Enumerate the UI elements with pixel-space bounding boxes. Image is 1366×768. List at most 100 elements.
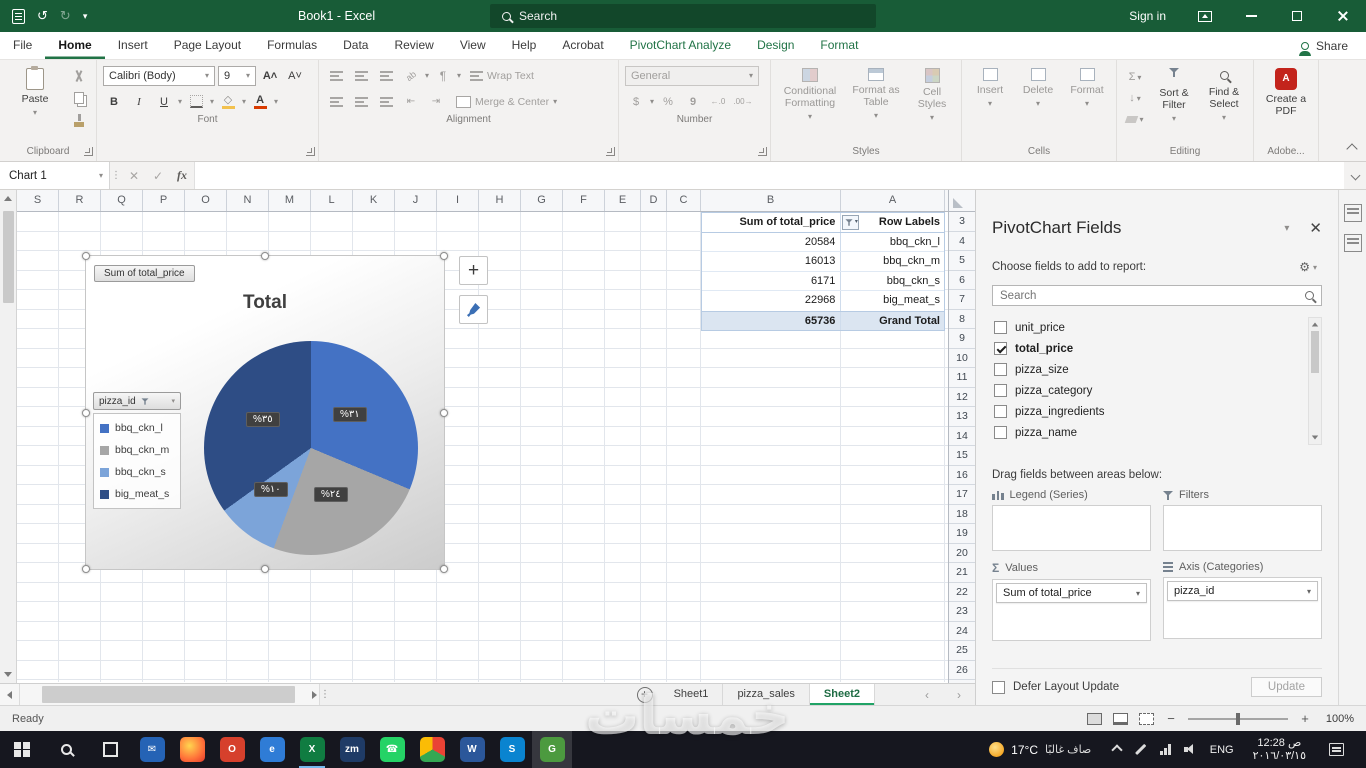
row-header[interactable]: 10 [949, 349, 975, 368]
align-bottom-button[interactable] [375, 66, 397, 86]
chart-handle[interactable] [261, 565, 269, 573]
minimize-button[interactable] [1228, 0, 1274, 32]
action-center-icon[interactable] [1329, 743, 1344, 756]
row-header[interactable]: 19 [949, 524, 975, 544]
column-header[interactable]: B [701, 190, 841, 211]
input-language[interactable]: ENG [1210, 744, 1234, 756]
delete-cells-button[interactable]: Delete ▾ [1016, 64, 1060, 145]
fields-search-input[interactable] [1000, 289, 1305, 302]
namebox-splitter[interactable]: ⋮ [110, 162, 122, 189]
taskbar-app[interactable] [412, 731, 452, 768]
row-header[interactable]: 5 [949, 251, 975, 271]
legend-item[interactable]: bbq_ckn_s [100, 461, 174, 483]
tab-splitter[interactable]: ⋮ [320, 684, 330, 705]
chart-legend-filter-button[interactable]: pizza_id ▾ [93, 392, 181, 410]
enter-formula-icon[interactable]: ✓ [146, 162, 170, 189]
format-cells-button[interactable]: Format ▾ [1064, 64, 1110, 145]
pane-close-icon[interactable]: ✕ [1309, 219, 1322, 237]
hscroll-left-icon[interactable] [0, 684, 20, 705]
zoom-level[interactable]: 100% [1322, 713, 1354, 725]
weather-widget[interactable]: 17°C صاف غالبًا [977, 742, 1103, 757]
qat-customize-icon[interactable]: ▾ [83, 11, 88, 22]
pivot-label-cell[interactable]: bbq_ckn_s [841, 272, 944, 291]
legend-item[interactable]: bbq_ckn_m [100, 439, 174, 461]
taskbar-app[interactable]: X [292, 731, 332, 768]
field-checkbox[interactable] [994, 342, 1007, 355]
horizontal-scrollbar[interactable] [20, 684, 320, 705]
formula-bar-expand-icon[interactable] [1344, 162, 1366, 189]
number-dialog-launcher[interactable] [758, 147, 767, 156]
maximize-button[interactable] [1274, 0, 1320, 32]
page-break-view-icon[interactable] [1139, 712, 1154, 725]
sheet-tab[interactable]: pizza_sales [723, 684, 810, 705]
find-select-button[interactable]: Find & Select ▾ [1201, 64, 1247, 145]
vertical-scrollbar[interactable] [0, 190, 17, 683]
column-header[interactable]: E [605, 190, 641, 211]
align-right-button[interactable] [375, 92, 397, 112]
insert-function-button[interactable]: fx [170, 162, 194, 189]
pivot-value-cell[interactable]: 22968 [702, 291, 842, 311]
column-header[interactable]: J [395, 190, 437, 211]
fill-color-button[interactable]: ◇ [217, 92, 239, 112]
defer-layout-checkbox[interactable] [992, 680, 1005, 694]
volume-tray-icon[interactable] [1183, 744, 1197, 755]
ribbon-tab[interactable]: Design [744, 32, 807, 59]
normal-view-icon[interactable] [1087, 712, 1102, 725]
chart-handle[interactable] [440, 252, 448, 260]
merge-center-button[interactable]: Merge & Center ▾ [456, 95, 557, 108]
alignment-dialog-launcher[interactable] [606, 147, 615, 156]
pen-tray-icon[interactable] [1135, 744, 1147, 755]
fields-list-scrollbar[interactable] [1308, 317, 1322, 445]
row-header[interactable]: 11 [949, 368, 975, 388]
legend-area-dropzone[interactable] [992, 505, 1151, 551]
zoom-in-icon[interactable]: + [1299, 711, 1311, 726]
spreadsheet-grid[interactable]: SRQPONMLKJIHGFEDCBA Sum of total_price ▾… [17, 190, 948, 683]
create-pdf-button[interactable]: A Create a PDF [1260, 64, 1312, 145]
taskbar-search-button[interactable] [44, 731, 88, 768]
text-direction-button[interactable]: ¶ [432, 66, 454, 86]
pivot-value-cell[interactable]: 6171 [702, 271, 842, 290]
row-header[interactable]: 13 [949, 407, 975, 427]
clipboard-dialog-launcher[interactable] [84, 147, 93, 156]
pivot-value-header[interactable]: Sum of total_price [702, 213, 842, 232]
filters-area-dropzone[interactable] [1163, 505, 1322, 551]
column-header[interactable]: O [185, 190, 227, 211]
start-button[interactable] [0, 731, 44, 768]
row-header[interactable]: 26 [949, 661, 975, 680]
row-header[interactable]: 17 [949, 485, 975, 505]
sheet-tab[interactable]: Sheet1 [660, 684, 724, 705]
decrease-decimal-button[interactable]: .00→ [732, 92, 754, 112]
share-button[interactable]: Share [1298, 32, 1366, 59]
row-header[interactable]: 18 [949, 505, 975, 524]
row-header[interactable]: 3 [949, 212, 975, 232]
sign-in-button[interactable]: Sign in [1113, 0, 1182, 32]
fields-search-box[interactable] [992, 285, 1322, 306]
chart-handle[interactable] [82, 252, 90, 260]
row-header[interactable]: 16 [949, 466, 975, 485]
column-header[interactable]: R [59, 190, 101, 211]
taskbar-app[interactable]: W [452, 731, 492, 768]
ribbon-tab[interactable]: PivotChart Analyze [617, 32, 744, 59]
zoom-slider[interactable] [1188, 712, 1288, 725]
column-header[interactable]: F [563, 190, 605, 211]
column-header[interactable]: S [17, 190, 59, 211]
wrap-text-button[interactable]: Wrap Text [470, 70, 534, 82]
row-headers[interactable]: 3 4 5 6 7 8 9 10 11 12 13 14 15 16 17 18 19 20 21 22 23 24 25 2… [948, 190, 975, 683]
cancel-formula-icon[interactable]: ✕ [122, 162, 146, 189]
new-sheet-button[interactable]: + [630, 684, 660, 705]
column-header[interactable]: L [311, 190, 353, 211]
sheet-tab[interactable]: Sheet2 [809, 684, 875, 705]
row-header[interactable]: 15 [949, 446, 975, 466]
row-labels-filter-icon[interactable]: ▾ [842, 215, 860, 230]
copy-button[interactable] [68, 88, 90, 108]
column-header[interactable]: Q [101, 190, 143, 211]
select-all-corner[interactable] [949, 190, 975, 212]
ribbon-tab[interactable]: Help [499, 32, 550, 59]
taskbar-app[interactable]: ☎ [372, 731, 412, 768]
font-color-button[interactable]: A [249, 92, 271, 112]
row-header[interactable]: 6 [949, 271, 975, 290]
font-size-combo[interactable]: 9 ▾ [218, 65, 256, 86]
row-header[interactable]: 9 [949, 329, 975, 349]
pivot-label-cell[interactable]: bbq_ckn_l [841, 233, 944, 252]
undo-button[interactable]: ↺ [37, 8, 48, 24]
